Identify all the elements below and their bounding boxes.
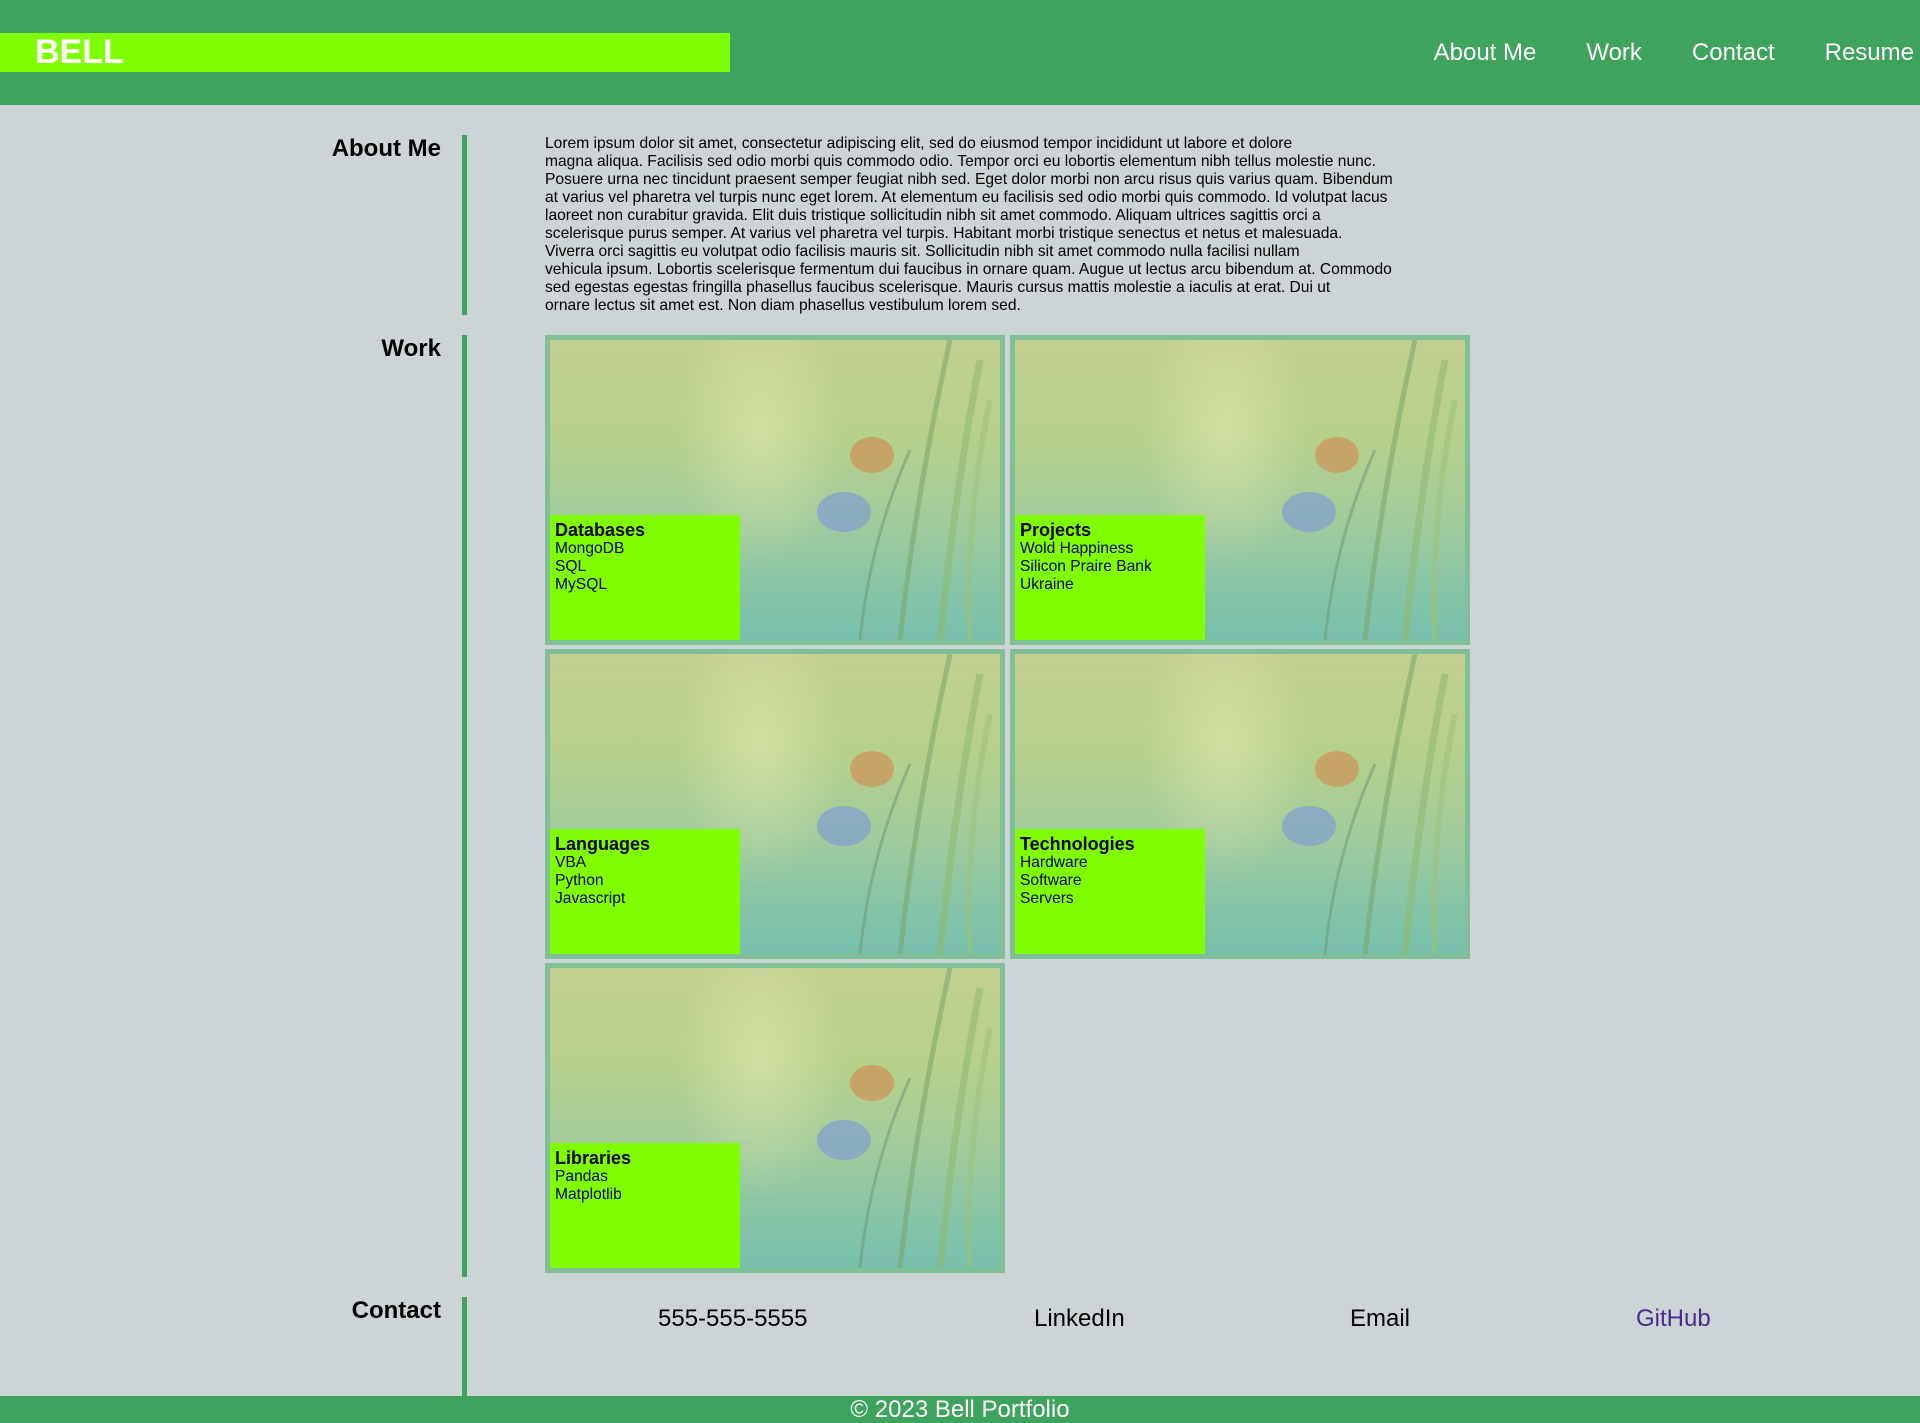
nav-link-resume[interactable]: Resume (1825, 33, 1914, 72)
work-card-technologies[interactable]: Technologies Hardware Software Servers (1010, 649, 1470, 959)
work-card-item: Software (1020, 872, 1082, 889)
work-card-item: VBA (555, 854, 587, 871)
main-nav: About Me Work Contact Resume (1384, 33, 1914, 72)
work-section-title: Work (381, 335, 441, 362)
site-header: BELL About Me Work Contact Resume (0, 0, 1920, 105)
work-card-item: MySQL (555, 576, 607, 593)
contact-linkedin-link[interactable]: LinkedIn (1034, 1305, 1125, 1333)
work-divider (462, 335, 467, 1277)
work-card-item: Javascript (555, 890, 626, 907)
contact-section-title: Contact (351, 1297, 441, 1324)
about-section-title: About Me (331, 135, 441, 162)
about-line: Posuere urna nec tincidunt praesent semp… (545, 171, 1393, 188)
brand-bar: BELL (0, 33, 730, 72)
work-card-libraries[interactable]: Libraries Pandas Matplotlib (545, 963, 1005, 1273)
work-card-label: Databases MongoDB SQL MySQL (550, 515, 740, 640)
contact-divider (462, 1297, 467, 1396)
work-card-item: MongoDB (555, 540, 625, 557)
work-card-title: Technologies (1020, 834, 1135, 854)
work-card-item: Hardware (1020, 854, 1088, 871)
about-line: sed egestas egestas fringilla phasellus … (545, 279, 1331, 296)
work-card-item: Pandas (555, 1168, 608, 1185)
about-line: magna aliqua. Facilisis sed odio morbi q… (545, 153, 1376, 170)
about-line: at varius vel pharetra vel turpis nunc e… (545, 189, 1388, 206)
about-line: vehicula ipsum. Lobortis scelerisque fer… (545, 261, 1392, 278)
about-line: laoreet non curabitur gravida. Elit duis… (545, 207, 1321, 224)
nav-link-contact[interactable]: Contact (1692, 33, 1775, 72)
work-card-item: Servers (1020, 890, 1074, 907)
work-card-label: Technologies Hardware Software Servers (1015, 829, 1205, 954)
contact-email-link[interactable]: Email (1350, 1305, 1410, 1333)
work-card-label: Projects Wold Happiness Silicon Praire B… (1015, 515, 1205, 640)
about-line: Lorem ipsum dolor sit amet, consectetur … (545, 135, 1293, 152)
contact-github-link[interactable]: GitHub (1636, 1305, 1711, 1333)
work-card-projects[interactable]: Projects Wold Happiness Silicon Praire B… (1010, 335, 1470, 645)
about-divider (462, 135, 467, 315)
nav-link-about-me[interactable]: About Me (1434, 33, 1537, 72)
work-card-databases[interactable]: Databases MongoDB SQL MySQL (545, 335, 1005, 645)
work-card-languages[interactable]: Languages VBA Python Javascript (545, 649, 1005, 959)
work-card-title: Languages (555, 834, 651, 854)
about-line: scelerisque purus semper. At varius vel … (545, 225, 1343, 242)
about-line: ornare lectus sit amet est. Non diam pha… (545, 297, 1021, 314)
brand-logo[interactable]: BELL (35, 33, 124, 72)
work-card-label: Libraries Pandas Matplotlib (550, 1143, 740, 1268)
work-card-item: Python (555, 872, 604, 889)
work-card-item: SQL (555, 558, 587, 575)
work-card-item: Wold Happiness (1020, 540, 1134, 557)
work-card-item: Matplotlib (555, 1186, 622, 1203)
nav-link-work[interactable]: Work (1586, 33, 1642, 72)
work-card-item: Silicon Praire Bank (1020, 558, 1152, 575)
work-card-item: Ukraine (1020, 576, 1074, 593)
about-paragraph: Lorem ipsum dolor sit amet, consectetur … (545, 135, 1425, 315)
work-card-title: Libraries (555, 1148, 632, 1168)
work-card-title: Databases (555, 520, 646, 540)
work-card-title: Projects (1020, 520, 1092, 540)
site-footer: © 2023 Bell Portfolio (0, 1396, 1920, 1423)
about-line: Viverra orci sagittis eu volutpat odio f… (545, 243, 1300, 260)
contact-phone-link[interactable]: 555-555-5555 (658, 1305, 807, 1333)
work-card-label: Languages VBA Python Javascript (550, 829, 740, 954)
